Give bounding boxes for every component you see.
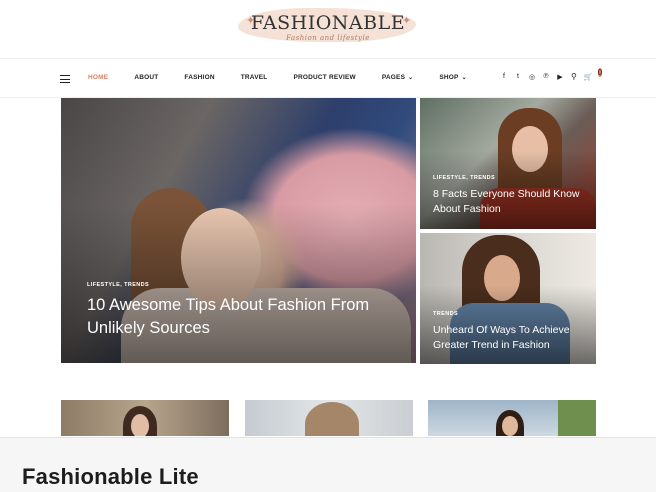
post-categories[interactable]: LIFESTYLE, TRENDS	[87, 282, 149, 288]
theme-info-panel: Fashionable Lite	[0, 437, 656, 492]
nav-item-label: PRODUCT REVIEW	[293, 74, 356, 81]
post-categories[interactable]: LIFESTYLE, TRENDS	[433, 175, 495, 181]
nav-item-about[interactable]: ABOUT	[134, 74, 158, 81]
cart-count-badge: 0	[597, 68, 603, 77]
post-image-detail	[502, 416, 518, 436]
post-title[interactable]: 8 Facts Everyone Should Know About Fashi…	[433, 187, 593, 217]
site-header: ✦ ✦ FASHIONABLE Fashion and lifestyle	[0, 0, 656, 58]
cart-button[interactable]: 🛒0	[583, 68, 603, 81]
nav-item-label: TRAVEL	[240, 74, 268, 81]
nav-item-pages[interactable]: PAGES ⌄	[382, 74, 414, 81]
post-thumbnail[interactable]	[245, 400, 413, 436]
featured-post-side-top[interactable]: LIFESTYLE, TRENDS 8 Facts Everyone Shoul…	[420, 98, 596, 229]
pinterest-icon[interactable]: ℗	[542, 73, 550, 81]
hamburger-menu-icon[interactable]	[60, 75, 70, 83]
chevron-down-icon: ⌄	[408, 75, 414, 81]
nav-item-travel[interactable]: TRAVEL	[241, 74, 268, 81]
nav-item-home[interactable]: HOME	[88, 74, 108, 81]
post-title[interactable]: 10 Awesome Tips About Fashion From Unlik…	[87, 294, 397, 340]
youtube-icon[interactable]: ▶	[556, 73, 564, 81]
facebook-icon[interactable]: f	[500, 73, 508, 81]
post-image-detail	[131, 414, 149, 436]
nav-item-shop[interactable]: SHOP ⌄	[439, 74, 466, 81]
post-categories[interactable]: TRENDS	[433, 311, 458, 317]
post-image-detail	[558, 400, 596, 436]
nav-item-label: ABOUT	[134, 74, 159, 81]
featured-post-main[interactable]: LIFESTYLE, TRENDS 10 Awesome Tips About …	[61, 98, 416, 363]
post-thumbnail[interactable]	[61, 400, 229, 436]
nav-menu: HOME ABOUT FASHION TRAVEL PRODUCT REVIEW…	[88, 74, 493, 81]
nav-item-label: HOME	[88, 74, 109, 81]
nav-item-label: FASHION	[184, 74, 215, 81]
theme-name: Fashionable Lite	[22, 464, 199, 489]
header-tools: ⚲ 🛒0	[571, 68, 603, 81]
site-logo[interactable]: FASHIONABLE	[0, 12, 656, 34]
main-navigation: HOME ABOUT FASHION TRAVEL PRODUCT REVIEW…	[0, 58, 656, 98]
post-image	[305, 402, 359, 436]
social-links: f t ◎ ℗ ▶	[500, 73, 564, 81]
featured-post-side-bottom[interactable]: TRENDS Unheard Of Ways To Achieve Greate…	[420, 233, 596, 364]
cart-icon: 🛒	[583, 74, 593, 81]
chevron-down-icon: ⌄	[461, 75, 467, 81]
site-tagline: Fashion and lifestyle	[286, 34, 370, 42]
twitter-icon[interactable]: t	[514, 73, 522, 81]
search-icon[interactable]: ⚲	[571, 72, 577, 81]
nav-item-label: PAGES	[381, 74, 406, 81]
post-thumbnail[interactable]	[428, 400, 596, 436]
nav-item-fashion[interactable]: FASHION	[184, 74, 214, 81]
instagram-icon[interactable]: ◎	[528, 73, 536, 81]
nav-item-product-review[interactable]: PRODUCT REVIEW	[293, 74, 355, 81]
post-title[interactable]: Unheard Of Ways To Achieve Greater Trend…	[433, 323, 593, 353]
nav-item-label: SHOP	[439, 74, 459, 81]
